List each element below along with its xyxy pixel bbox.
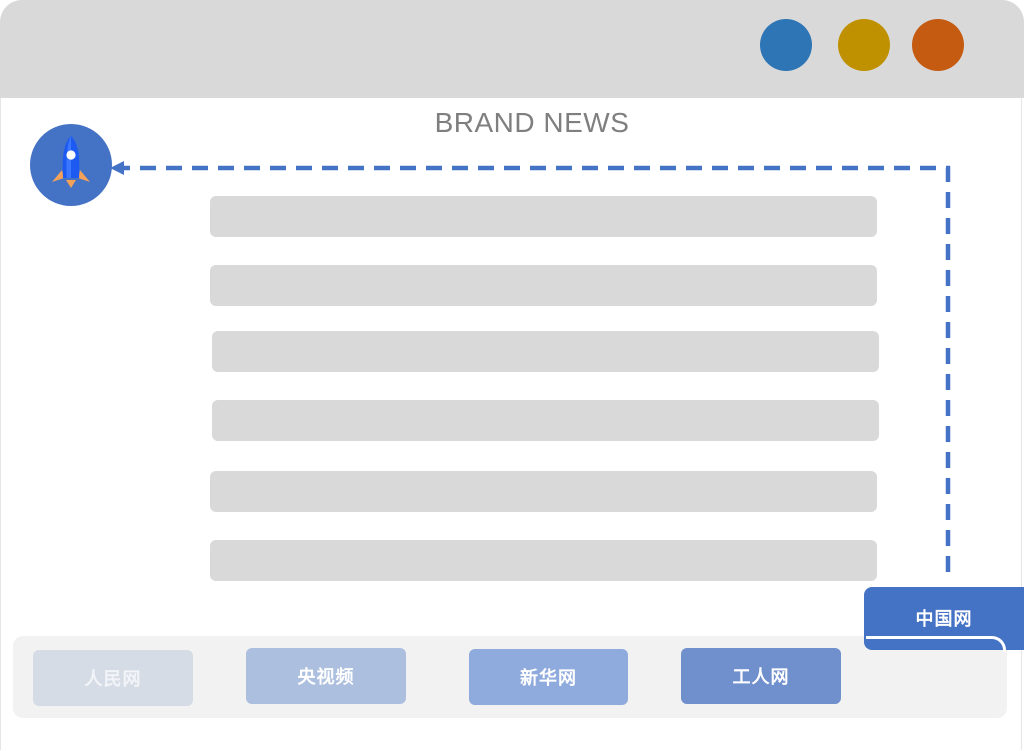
page-title: BRAND NEWS <box>434 107 630 138</box>
news-list-row-1[interactable] <box>210 196 877 237</box>
rocket-icon <box>52 136 90 188</box>
window-control-blue[interactable] <box>760 19 812 71</box>
news-list-row-2[interactable] <box>210 265 877 306</box>
news-list-row-6[interactable] <box>210 540 877 581</box>
window-control-gold[interactable] <box>838 19 890 71</box>
source-tab-gongrenwang[interactable]: 工人网 <box>681 648 841 704</box>
news-list-row-3[interactable] <box>212 331 879 372</box>
source-tab-yangshipin[interactable]: 央视频 <box>246 648 406 704</box>
window-control-orange[interactable] <box>912 19 964 71</box>
rocket-launcher-button[interactable] <box>30 124 112 206</box>
window-titlebar <box>0 0 1024 98</box>
browser-window: BRAND NEWS 人民网 央视频 新华网 工人网 中国网 <box>0 0 1024 751</box>
news-list-row-5[interactable] <box>210 471 877 512</box>
news-list-row-4[interactable] <box>212 400 879 441</box>
source-tab-zhongguowang-active[interactable]: 中国网 <box>864 587 1024 650</box>
source-tab-renminwang[interactable]: 人民网 <box>33 650 193 706</box>
source-tab-xinhuawang[interactable]: 新华网 <box>469 649 628 705</box>
